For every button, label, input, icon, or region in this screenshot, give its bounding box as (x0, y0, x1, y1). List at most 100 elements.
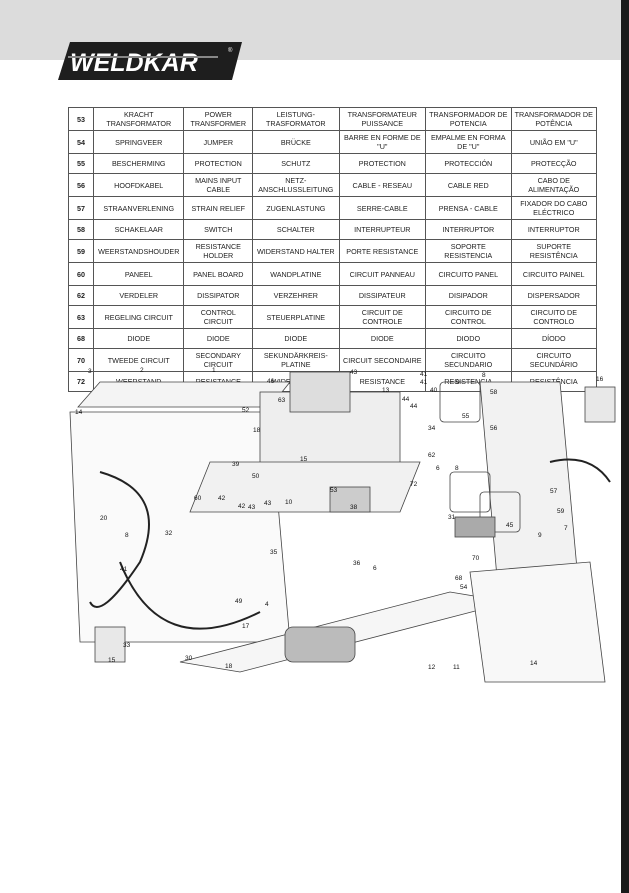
part-label: 30 (185, 655, 193, 662)
part-name: CIRCUIT PANNEAU (338, 262, 427, 286)
part-label: 43 (350, 369, 358, 376)
part-name: SOPORTE RESISTENCIA (425, 239, 512, 263)
part-name: JUMPER (183, 130, 254, 154)
part-name: SPRINGVEER (92, 130, 185, 154)
part-name: REGELING CIRCUIT (92, 305, 185, 329)
part-name: PROTECCIÓN (425, 153, 512, 174)
part-name: RESISTANCE HOLDER (183, 239, 254, 263)
part-label: 44 (402, 396, 410, 403)
part-name: LEISTUNG-TRASFORMATOR (252, 107, 340, 131)
table-row: 59 WEERSTANDSHOUDER RESISTANCE HOLDER WIDER… (68, 239, 597, 263)
table-row: 57 STRAANVERLENING STRAIN RELIEF ZUGENLASTU… (68, 196, 597, 220)
part-name: PROTECTION (183, 153, 254, 174)
part-label: 33 (123, 642, 131, 649)
part-name: DISPERSADOR (510, 285, 597, 306)
part-name: DIODE (252, 328, 340, 349)
table-row: 68 DIODE DIODE DIODE DIODE DIODO DÍODO (68, 328, 597, 349)
part-name: DÍODO (510, 328, 597, 349)
part-label: 53 (330, 487, 338, 494)
part-label: 8 (125, 532, 129, 539)
part-number: 60 (68, 262, 94, 286)
table-row: 54 SPRINGVEER JUMPER BRÜCKE BARRE EN FORME D… (68, 130, 597, 154)
part-label: 63 (278, 397, 286, 404)
part-label: 54 (460, 584, 468, 591)
part-label: 13 (382, 387, 390, 394)
part-name: CIRCUITO PANEL (425, 262, 512, 286)
part-label: 68 (455, 575, 463, 582)
part-label: 38 (350, 504, 358, 511)
part-number: 59 (68, 239, 94, 263)
part-label: 9 (538, 532, 542, 539)
part-label: 44 (410, 403, 418, 410)
part-label: 14 (530, 660, 538, 667)
part-label: 46 (267, 378, 275, 385)
part-label: 36 (353, 560, 361, 567)
part-number: 57 (68, 196, 94, 220)
table-row: 62 VERDELER DISSIPATOR VERZEHRER DISSIPATEUR… (68, 285, 597, 306)
part-label: 20 (100, 515, 108, 522)
manual-page: WELDKAR ® 53 KRACHT TRANSFORMATOR POWER TR… (0, 0, 629, 893)
table-row: 55 BESCHERMING PROTECTION SCHUTZ PROTECTION P… (68, 153, 597, 174)
part-number: 63 (68, 305, 94, 329)
part-label: 32 (165, 530, 173, 537)
svg-text:®: ® (228, 47, 233, 54)
part-label: 45 (506, 522, 514, 529)
part-name: STEUERPLATINE (252, 305, 340, 329)
part-label: 12 (428, 664, 436, 671)
part-name: DIODE (338, 328, 427, 349)
part-name: TRANSFORMADOR DE POTÊNCIA (510, 107, 597, 131)
part-name: BRÜCKE (252, 130, 340, 154)
part-label: 42 (218, 495, 226, 502)
part-name: STRAANVERLENING (92, 196, 185, 220)
part-name: TRANSFORMADOR DE POTENCIA (425, 107, 512, 131)
part-name: POWER TRANSFORMER (183, 107, 254, 131)
part-name: WEERSTANDSHOUDER (92, 239, 185, 263)
part-name: CIRCUITO PAINEL (510, 262, 597, 286)
part-name: VERDELER (92, 285, 185, 306)
part-name: DISIPADOR (425, 285, 512, 306)
part-name: CABO DE ALIMENTAÇÃO (510, 173, 597, 197)
part-label: 2 (140, 367, 144, 374)
part-label: 40 (430, 387, 438, 394)
part-name: DISSIPATEUR (338, 285, 427, 306)
part-name: PROTECÇÃO (510, 153, 597, 174)
part-label: 31 (448, 514, 456, 521)
part-name: SCHALTER (252, 219, 340, 240)
part-name: BESCHERMING (92, 153, 185, 174)
part-name: PANEL BOARD (183, 262, 254, 286)
page-edge (621, 0, 629, 893)
part-label: 16 (596, 376, 604, 383)
part-label: 59 (557, 508, 565, 515)
part-name: INTERRUPTOR (425, 219, 512, 240)
part-name: WIDERSTAND HALTER (252, 239, 340, 263)
part-name: SWITCH (183, 219, 254, 240)
part-name: EMPALME EN FORMA DE "U" (425, 130, 512, 154)
part-name: PORTE RESISTANCE (338, 239, 427, 263)
part-label: 3 (88, 368, 92, 375)
part-number: 68 (68, 328, 94, 349)
part-label: 11 (453, 664, 460, 671)
part-name: INTERRUPTOR (510, 219, 597, 240)
part-name: MAINS INPUT CABLE (183, 173, 254, 197)
part-label: 15 (108, 657, 116, 664)
part-label: 70 (472, 555, 480, 562)
part-label: 52 (242, 407, 250, 414)
part-name: KRACHT TRANSFORMATOR (92, 107, 185, 131)
part-name: UNIÃO EM "U" (510, 130, 597, 154)
part-name: STRAIN RELIEF (183, 196, 254, 220)
table-row: 53 KRACHT TRANSFORMATOR POWER TRANSFORMER L… (68, 107, 597, 131)
part-name: SUPORTE RESISTÊNCIA (510, 239, 597, 263)
part-label: 41 (120, 566, 128, 573)
part-label: 1 (212, 367, 216, 374)
part-name: INTERRUPTEUR (338, 219, 427, 240)
part-number: 58 (68, 219, 94, 240)
table-row: 56 HOOFDKABEL MAINS INPUT CABLE NETZ-ANSCHL… (68, 173, 597, 197)
part-number: 55 (68, 153, 94, 174)
part-label: 17 (242, 623, 250, 630)
part-name: CONTROL CIRCUIT (183, 305, 254, 329)
part-label: 43 (264, 500, 272, 507)
part-label: 42 (238, 503, 246, 510)
part-number: 53 (68, 107, 94, 131)
part-name: PANEEL (92, 262, 185, 286)
parts-table: 53 KRACHT TRANSFORMATOR POWER TRANSFORMER L… (68, 107, 597, 392)
